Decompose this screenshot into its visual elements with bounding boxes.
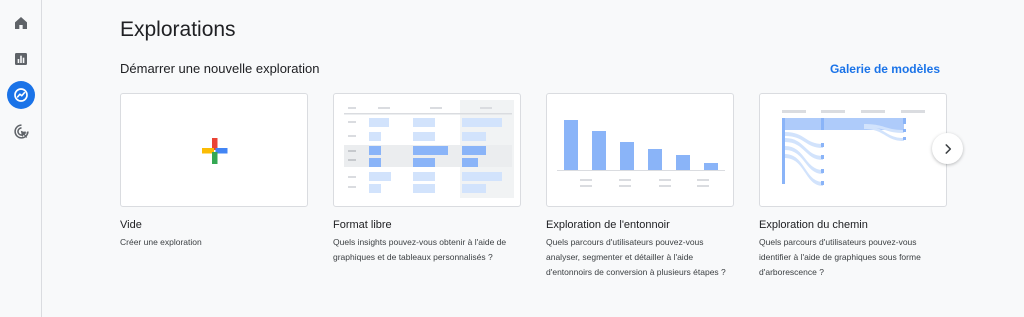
card-blank-description: Créer une exploration [120, 237, 202, 247]
chevron-right-icon [944, 143, 951, 154]
explorations-main: Explorations Démarrer une nouvelle explo… [42, 0, 1024, 317]
card-funnel-title: Exploration de l'entonnoir [546, 219, 670, 231]
nav-explore-button[interactable] [7, 81, 35, 109]
reports-icon [15, 53, 27, 65]
card-free-form-description: Quels insights pouvez-vous obtenir à l'a… [333, 237, 507, 262]
card-free-form[interactable] [333, 93, 521, 207]
card-path-description: Quels parcours d'utilisateurs pouvez-vou… [759, 237, 921, 277]
carousel-next-button[interactable] [932, 133, 963, 164]
card-path[interactable] [759, 93, 947, 207]
table-thumbnail [344, 100, 514, 198]
left-nav-rail [0, 0, 42, 317]
section-subtitle: Démarrer une nouvelle exploration [120, 61, 320, 76]
card-funnel-description: Quels parcours d'utilisateurs pouvez-vou… [546, 237, 726, 277]
card-path-title: Exploration du chemin [759, 219, 868, 231]
nav-advertising-button[interactable] [7, 117, 35, 145]
template-gallery-link[interactable]: Galerie de modèles [830, 62, 940, 76]
explore-icon [14, 88, 28, 102]
funnel-thumbnail [557, 120, 725, 187]
card-blank-title: Vide [120, 219, 142, 231]
home-icon [15, 17, 27, 29]
plus-icon [202, 138, 228, 164]
nav-home-button[interactable] [7, 9, 35, 37]
path-thumbnail [782, 110, 925, 186]
page-title: Explorations [120, 18, 236, 41]
nav-reports-button[interactable] [7, 45, 35, 73]
advertising-icon [13, 123, 29, 139]
card-blank[interactable] [120, 93, 308, 207]
card-free-form-title: Format libre [333, 219, 392, 231]
card-funnel[interactable] [546, 93, 734, 207]
